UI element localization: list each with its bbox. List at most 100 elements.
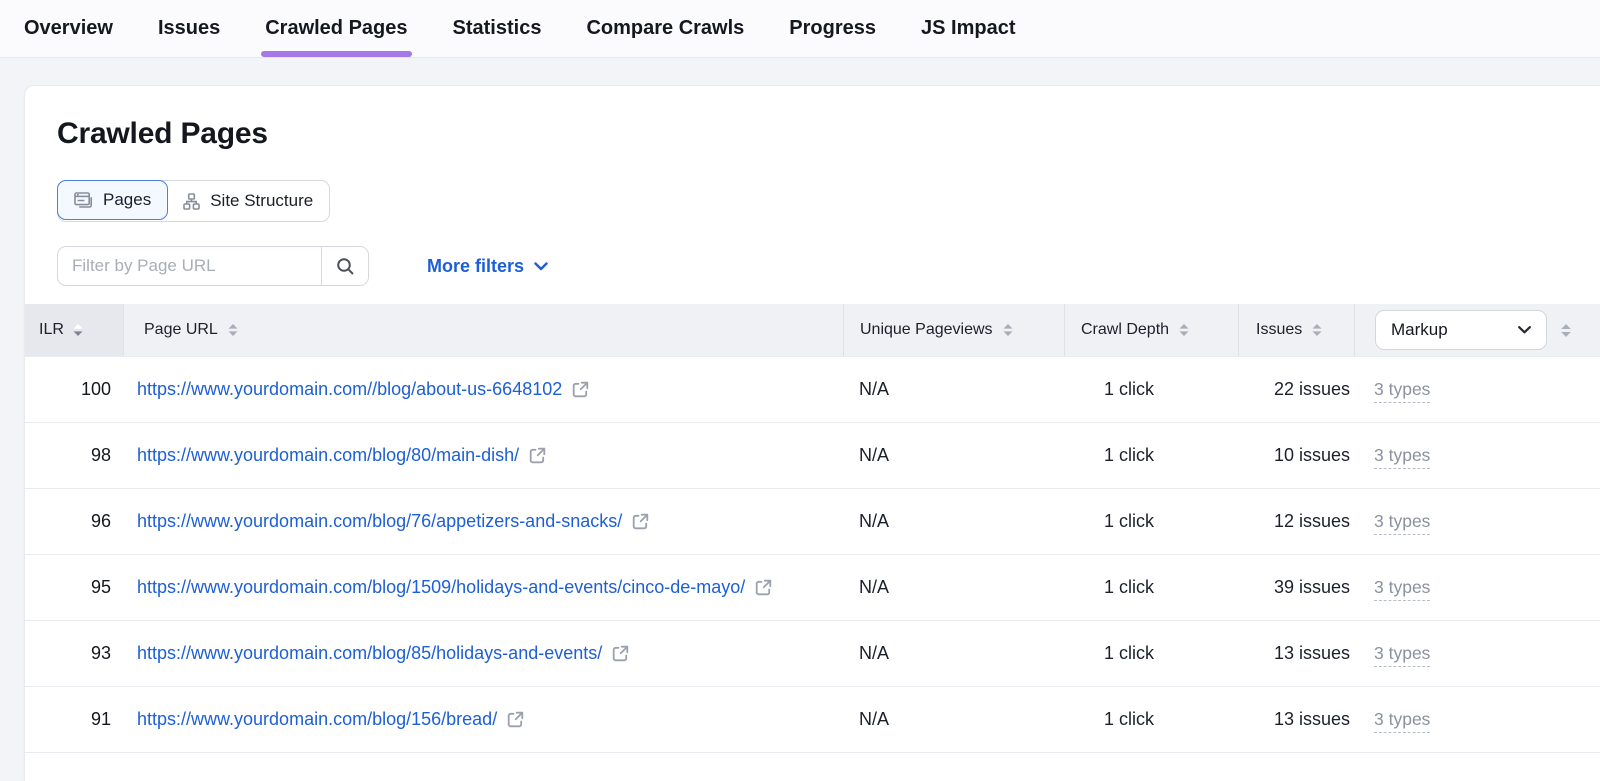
search-button[interactable] <box>321 247 368 285</box>
more-filters-label: More filters <box>427 256 524 277</box>
issues-value: 13 issues <box>1238 643 1354 664</box>
external-link-icon[interactable] <box>611 644 630 663</box>
page-url-link[interactable]: https://www.yourdomain.com//blog/about-u… <box>137 377 562 402</box>
url-filter-input[interactable] <box>58 247 321 285</box>
pages-icon <box>74 192 93 209</box>
issues-value: 12 issues <box>1238 511 1354 532</box>
sort-icon <box>228 323 238 337</box>
issues-value: 22 issues <box>1238 379 1354 400</box>
site-structure-icon <box>183 193 200 210</box>
unique-pageviews-value: N/A <box>843 379 1064 400</box>
markup-types-link[interactable]: 3 types <box>1374 445 1430 469</box>
tab-label: Overview <box>24 17 113 40</box>
table-row: 98 https://www.yourdomain.com/blog/80/ma… <box>25 422 1600 488</box>
sort-icon <box>1179 323 1189 337</box>
external-link-icon[interactable] <box>528 446 547 465</box>
issues-value: 39 issues <box>1238 577 1354 598</box>
crawl-depth-value: 1 click <box>1064 379 1238 400</box>
pages-view-button[interactable]: Pages <box>57 180 168 220</box>
column-header-markup: Markup <box>1354 304 1600 356</box>
tab-compare-crawls[interactable]: Compare Crawls <box>586 0 744 57</box>
unique-pageviews-value: N/A <box>843 709 1064 730</box>
markup-cell: 3 types <box>1354 577 1600 598</box>
top-nav: Overview Issues Crawled Pages Statistics… <box>0 0 1600 58</box>
markup-cell: 3 types <box>1354 643 1600 664</box>
tab-statistics[interactable]: Statistics <box>453 0 542 57</box>
markup-select-value: Markup <box>1391 320 1448 340</box>
issues-value: 13 issues <box>1238 709 1354 730</box>
markup-cell: 3 types <box>1354 709 1600 730</box>
markup-types-link[interactable]: 3 types <box>1374 577 1430 601</box>
table-header: ILR Page URL Unique Page <box>25 304 1600 356</box>
column-label: Issues <box>1256 321 1302 339</box>
markup-types-link[interactable]: 3 types <box>1374 643 1430 667</box>
column-label: Unique Pageviews <box>860 321 993 339</box>
ilr-value: 95 <box>25 577 123 598</box>
page-url-link[interactable]: https://www.yourdomain.com/blog/80/main-… <box>137 443 519 468</box>
page-url-cell: https://www.yourdomain.com/blog/1509/hol… <box>123 575 843 600</box>
page-url-link[interactable]: https://www.yourdomain.com/blog/1509/hol… <box>137 575 745 600</box>
ilr-value: 96 <box>25 511 123 532</box>
table-row-partial <box>25 752 1600 775</box>
page-url-cell: https://www.yourdomain.com/blog/156/brea… <box>123 707 843 732</box>
unique-pageviews-value: N/A <box>843 445 1064 466</box>
pages-view-label: Pages <box>103 190 151 210</box>
tab-js-impact[interactable]: JS Impact <box>921 0 1015 57</box>
column-header-crawl-depth[interactable]: Crawl Depth <box>1064 304 1238 356</box>
issues-value: 10 issues <box>1238 445 1354 466</box>
table-row: 95 https://www.yourdomain.com/blog/1509/… <box>25 554 1600 620</box>
tab-label: Compare Crawls <box>586 17 744 40</box>
tab-label: Statistics <box>453 17 542 40</box>
markup-types-link[interactable]: 3 types <box>1374 379 1430 403</box>
page-url-link[interactable]: https://www.yourdomain.com/blog/156/brea… <box>137 707 497 732</box>
page-url-cell: https://www.yourdomain.com/blog/85/holid… <box>123 641 843 666</box>
tab-label: Progress <box>789 17 876 40</box>
markup-column-select[interactable]: Markup <box>1375 310 1547 350</box>
table-row: 96 https://www.yourdomain.com/blog/76/ap… <box>25 488 1600 554</box>
page-url-link[interactable]: https://www.yourdomain.com/blog/76/appet… <box>137 509 622 534</box>
ilr-value: 93 <box>25 643 123 664</box>
site-structure-view-label: Site Structure <box>210 191 313 211</box>
page-url-cell: https://www.yourdomain.com/blog/80/main-… <box>123 443 843 468</box>
tab-issues[interactable]: Issues <box>158 0 220 57</box>
table-row: 91 https://www.yourdomain.com/blog/156/b… <box>25 686 1600 752</box>
column-label: Crawl Depth <box>1081 321 1169 339</box>
search-icon <box>336 257 355 276</box>
unique-pageviews-value: N/A <box>843 643 1064 664</box>
external-link-icon[interactable] <box>506 710 525 729</box>
external-link-icon[interactable] <box>571 380 590 399</box>
chevron-down-icon <box>534 262 548 271</box>
column-label: Page URL <box>144 321 218 339</box>
site-structure-view-button[interactable]: Site Structure <box>167 181 329 221</box>
sort-icon <box>73 323 83 337</box>
crawl-depth-value: 1 click <box>1064 511 1238 532</box>
crawl-depth-value: 1 click <box>1064 445 1238 466</box>
column-label: ILR <box>39 321 64 339</box>
tab-crawled-pages[interactable]: Crawled Pages <box>265 0 407 57</box>
page-url-link[interactable]: https://www.yourdomain.com/blog/85/holid… <box>137 641 602 666</box>
column-header-issues[interactable]: Issues <box>1238 304 1354 356</box>
crawl-depth-value: 1 click <box>1064 643 1238 664</box>
sort-icon[interactable] <box>1560 323 1572 338</box>
page-url-cell: https://www.yourdomain.com//blog/about-u… <box>123 377 843 402</box>
crawled-pages-panel: Crawled Pages Pages <box>24 85 1600 781</box>
unique-pageviews-value: N/A <box>843 577 1064 598</box>
column-header-unique-pageviews[interactable]: Unique Pageviews <box>843 304 1064 356</box>
tab-progress[interactable]: Progress <box>789 0 876 57</box>
tab-overview[interactable]: Overview <box>24 0 113 57</box>
ilr-value: 98 <box>25 445 123 466</box>
more-filters-button[interactable]: More filters <box>427 256 548 277</box>
chevron-down-icon <box>1518 326 1531 334</box>
external-link-icon[interactable] <box>754 578 773 597</box>
sort-icon <box>1312 323 1322 337</box>
tab-label: Issues <box>158 17 220 40</box>
markup-types-link[interactable]: 3 types <box>1374 709 1430 733</box>
external-link-icon[interactable] <box>631 512 650 531</box>
sort-icon <box>1003 323 1013 337</box>
column-header-ilr[interactable]: ILR <box>25 304 123 356</box>
tab-label: Crawled Pages <box>265 17 407 40</box>
ilr-value: 100 <box>25 379 123 400</box>
markup-types-link[interactable]: 3 types <box>1374 511 1430 535</box>
page-url-cell: https://www.yourdomain.com/blog/76/appet… <box>123 509 843 534</box>
column-header-page-url[interactable]: Page URL <box>123 304 843 356</box>
